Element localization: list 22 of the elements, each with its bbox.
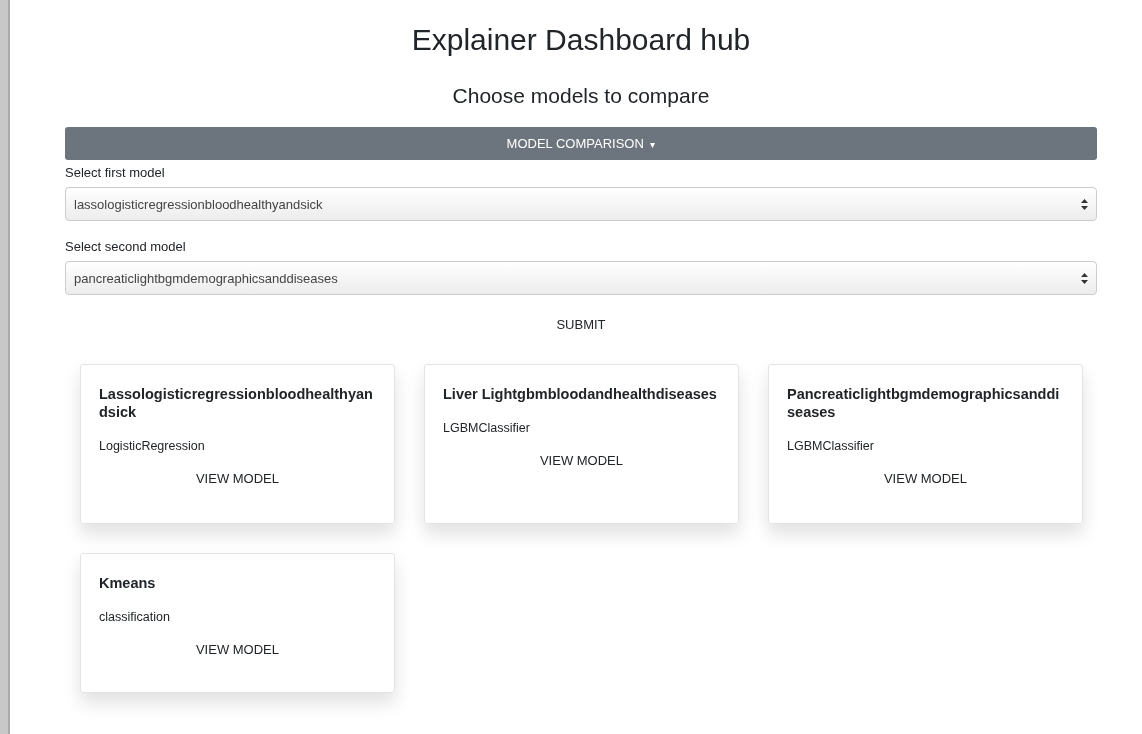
card-title: Liver Lightgbmbloodandhealthdiseases: [443, 385, 718, 403]
select-label: Select first model: [65, 165, 166, 180]
select-label: Select second model: [65, 239, 187, 254]
card-title: Kmeans: [99, 574, 157, 592]
card-subtitle: LogisticRegression: [99, 439, 206, 453]
card-subtitle: classification: [99, 610, 171, 624]
page-title: Explainer Dashboard hub: [410, 22, 752, 58]
model-select[interactable]: lassologisticregressionbloodhealthyandsick: [65, 187, 1097, 221]
model-select[interactable]: pancreaticlightbgmdemographicsanddiseases: [65, 261, 1097, 295]
page-subtitle: Choose models to compare: [451, 83, 711, 109]
updown-icon: [1081, 198, 1088, 210]
view-model-button[interactable]: VIEW MODEL: [187, 638, 288, 661]
view-model-button[interactable]: VIEW MODEL: [875, 467, 976, 490]
view-model-button[interactable]: VIEW MODEL: [531, 449, 632, 472]
card-subtitle: LGBMClassifier: [787, 439, 875, 453]
card-title: Pancreaticlightbgmdemographicsanddiseases: [787, 385, 1061, 421]
updown-icon: [1081, 272, 1088, 284]
card-subtitle: LGBMClassifier: [443, 421, 531, 435]
submit-button[interactable]: SUBMIT: [548, 313, 614, 336]
card-title: Lassologisticregressionbloodhealthyandsick: [99, 385, 374, 421]
model-comparison-dropdown[interactable]: MODEL COMPARISON ▾: [65, 127, 1097, 160]
view-model-button[interactable]: VIEW MODEL: [187, 467, 288, 490]
